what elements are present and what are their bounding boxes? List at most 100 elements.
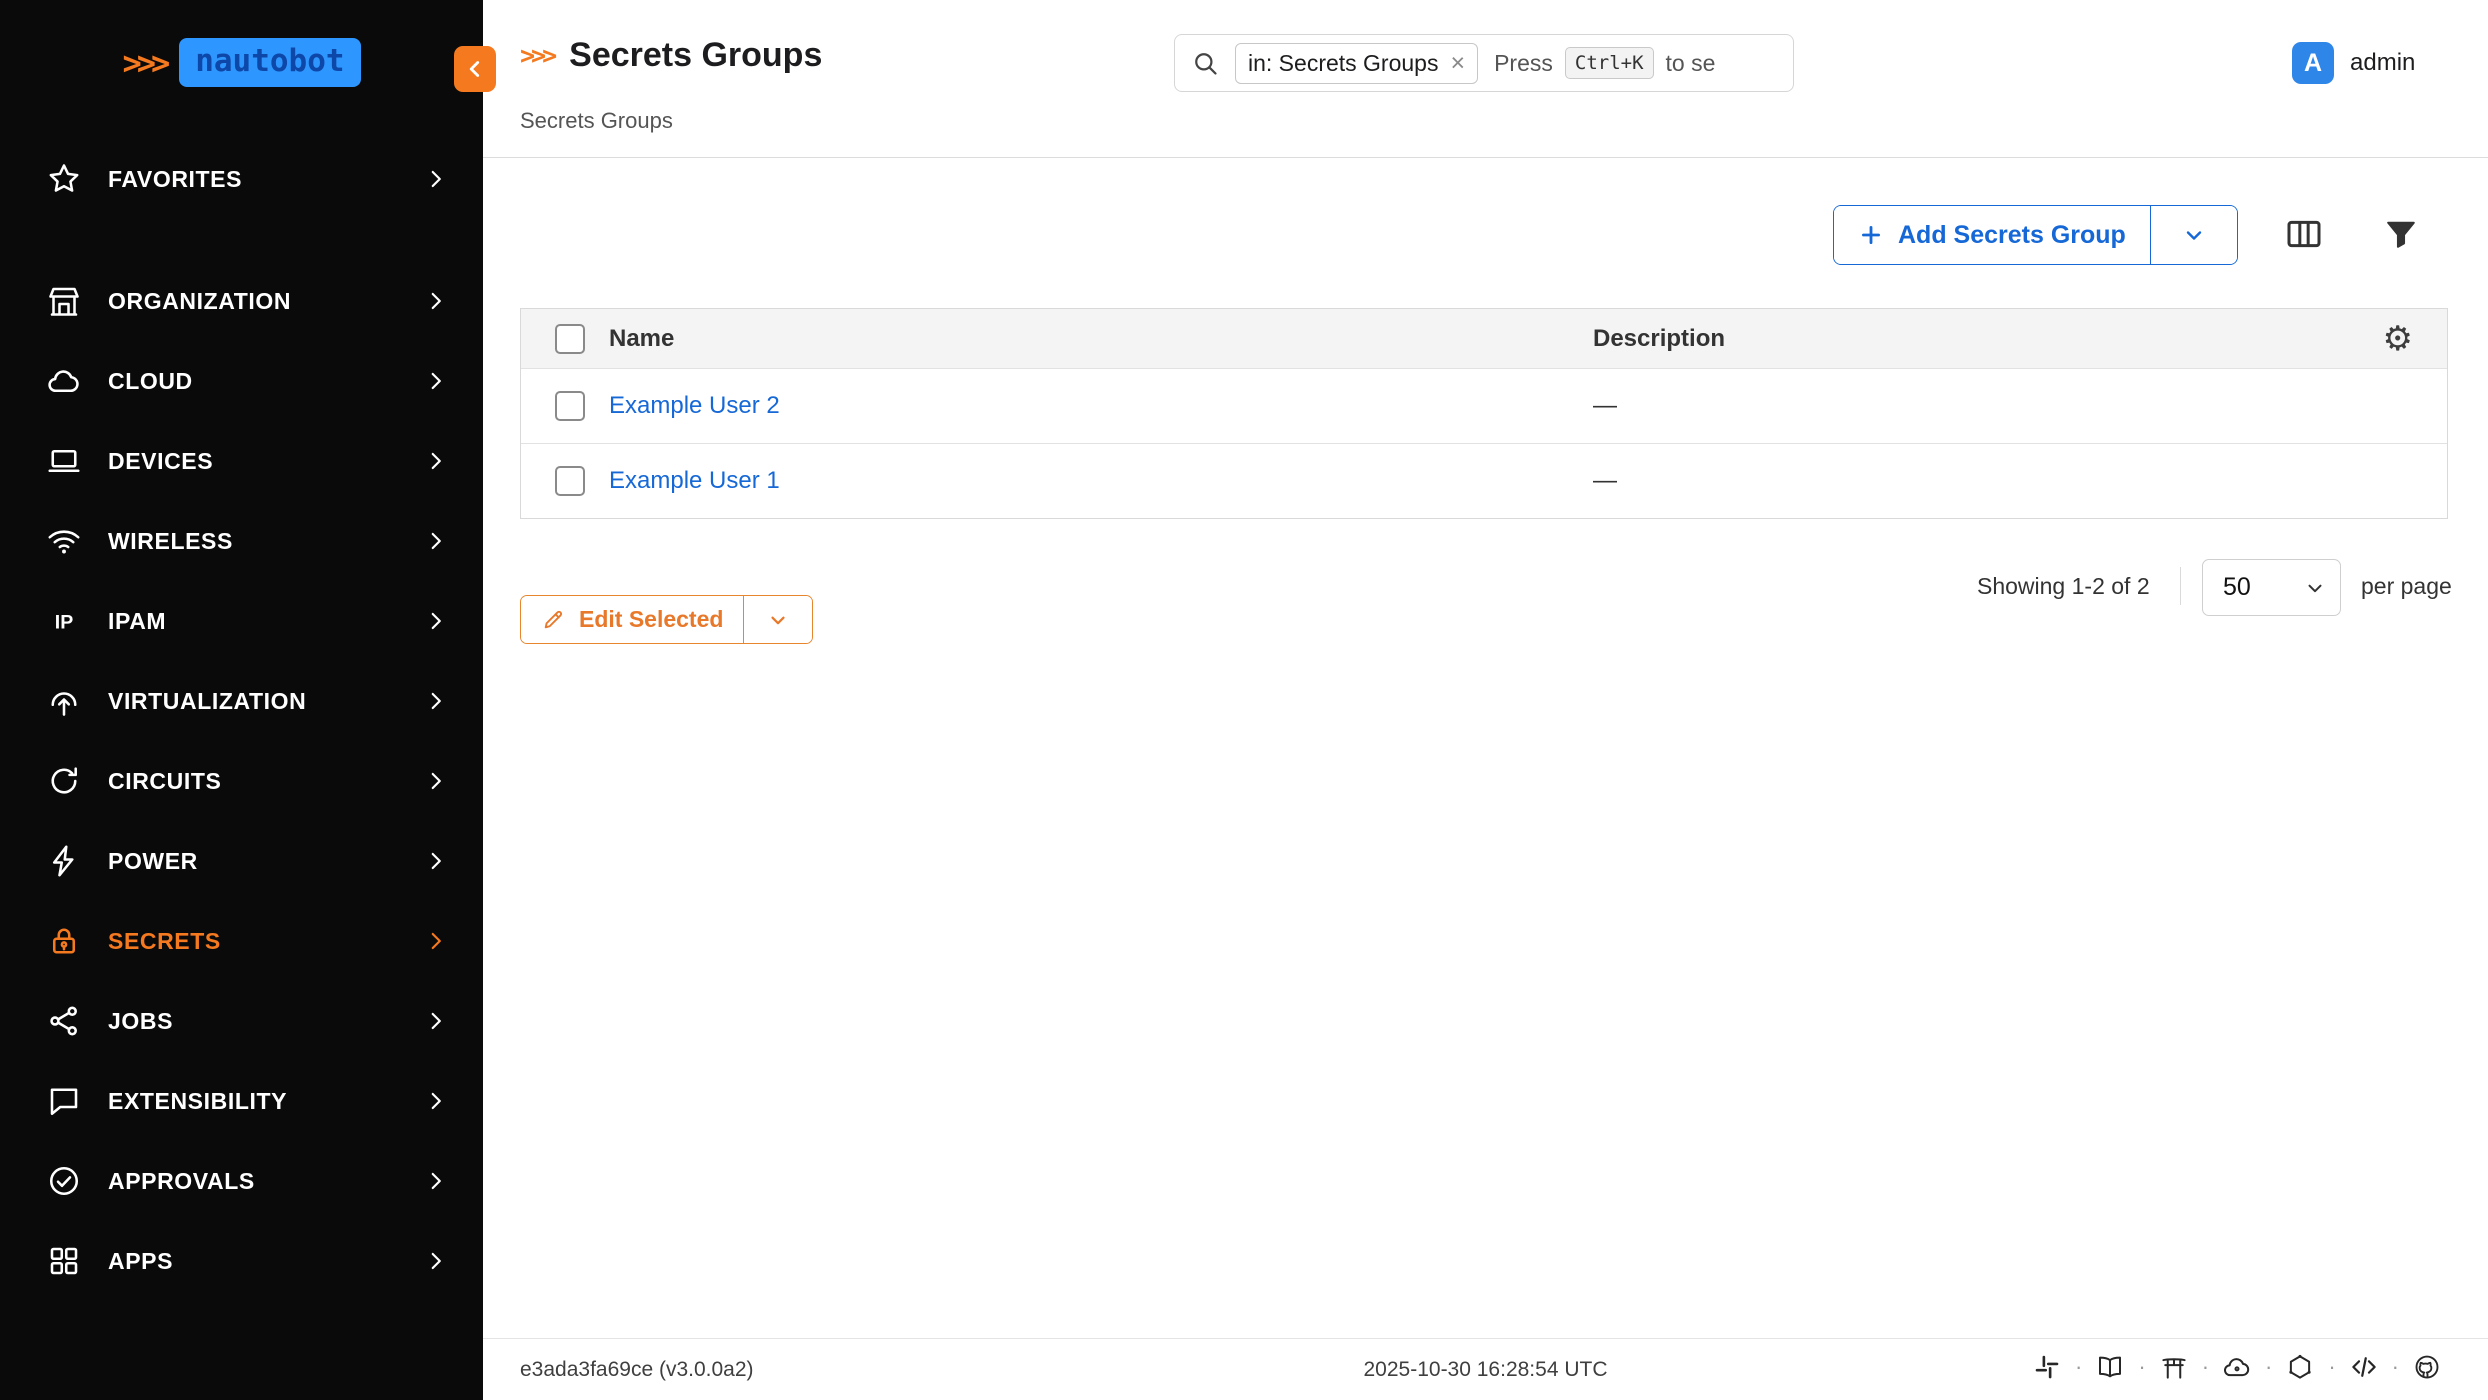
chevron-right-icon bbox=[423, 688, 449, 714]
search-hint-prefix: Press bbox=[1494, 50, 1553, 77]
chevron-right-icon bbox=[423, 848, 449, 874]
shrine-icon[interactable] bbox=[2159, 1352, 2189, 1382]
check-circle-icon bbox=[44, 1161, 84, 1201]
sidebar-item-cloud[interactable]: CLOUD bbox=[0, 341, 483, 421]
chevron-right-icon bbox=[423, 368, 449, 394]
column-header-name[interactable]: Name bbox=[609, 325, 1593, 353]
wifi-icon bbox=[44, 521, 84, 561]
row-checkbox-cell bbox=[521, 391, 609, 421]
lock-icon bbox=[44, 921, 84, 961]
chevron-right-icon bbox=[423, 1248, 449, 1274]
edit-selected-dropdown-button[interactable] bbox=[744, 596, 812, 643]
footer-separator: · bbox=[2138, 1356, 2145, 1378]
svg-text:IP: IP bbox=[55, 612, 73, 634]
refresh-icon bbox=[44, 761, 84, 801]
page-size-value: 50 bbox=[2223, 573, 2251, 602]
plus-icon bbox=[1858, 222, 1884, 248]
sidebar-item-circuits[interactable]: CIRCUITS bbox=[0, 741, 483, 821]
chevron-right-icon bbox=[423, 768, 449, 794]
sidebar-item-favorites[interactable]: FAVORITES bbox=[0, 139, 483, 219]
user-menu[interactable]: A admin bbox=[2292, 42, 2415, 84]
sidebar-collapse-button[interactable] bbox=[454, 46, 496, 92]
sidebar-item-approvals[interactable]: APPROVALS bbox=[0, 1141, 483, 1221]
sidebar-item-ipam[interactable]: IP IPAM bbox=[0, 581, 483, 661]
edit-selected-button[interactable]: Edit Selected bbox=[521, 596, 744, 643]
chip-remove-icon[interactable]: × bbox=[1450, 51, 1465, 76]
add-secrets-group-label: Add Secrets Group bbox=[1898, 221, 2126, 250]
footer: e3ada3fa69ce (v3.0.0a2) 2025-10-30 16:28… bbox=[483, 1338, 2488, 1400]
app-root: >>> nautobot FAVORITES ORGANIZATION bbox=[0, 0, 2488, 1400]
footer-links: · · · · · · bbox=[2032, 1352, 2442, 1382]
add-secrets-group-dropdown-button[interactable] bbox=[2151, 206, 2237, 264]
page-header: >>> Secrets Groups Secrets Groups in: Se… bbox=[483, 0, 2488, 158]
chevron-right-icon bbox=[423, 1168, 449, 1194]
row-name-link[interactable]: Example User 2 bbox=[609, 392, 780, 419]
github-icon[interactable] bbox=[2412, 1352, 2442, 1382]
header-config-cell: ⚙ bbox=[2327, 322, 2447, 356]
sidebar-item-organization[interactable]: ORGANIZATION bbox=[0, 261, 483, 341]
sidebar-item-apps[interactable]: APPS bbox=[0, 1221, 483, 1301]
sidebar-item-label: JOBS bbox=[108, 1008, 423, 1035]
row-name-link[interactable]: Example User 1 bbox=[609, 467, 780, 494]
sidebar-item-label: CIRCUITS bbox=[108, 768, 423, 795]
search-input[interactable]: in: Secrets Groups × Press Ctrl+K to se bbox=[1174, 34, 1794, 92]
sidebar-item-wireless[interactable]: WIRELESS bbox=[0, 501, 483, 581]
sidebar: >>> nautobot FAVORITES ORGANIZATION bbox=[0, 0, 483, 1400]
sidebar-item-jobs[interactable]: JOBS bbox=[0, 981, 483, 1061]
sidebar-item-label: FAVORITES bbox=[108, 166, 423, 193]
sidebar-item-secrets[interactable]: SECRETS bbox=[0, 901, 483, 981]
chevron-down-icon bbox=[2182, 223, 2206, 247]
nautobot-logo[interactable]: >>> nautobot bbox=[0, 38, 483, 87]
lightning-icon bbox=[44, 841, 84, 881]
sidebar-item-label: DEVICES bbox=[108, 448, 423, 475]
title-arrows-icon: >>> bbox=[520, 41, 553, 70]
sidebar-item-label: ORGANIZATION bbox=[108, 288, 423, 315]
sidebar-item-label: CLOUD bbox=[108, 368, 423, 395]
chevron-right-icon bbox=[423, 1088, 449, 1114]
cloud-link-icon[interactable] bbox=[2222, 1352, 2252, 1382]
building-icon bbox=[44, 281, 84, 321]
filter-icon bbox=[2383, 216, 2419, 252]
select-all-checkbox[interactable] bbox=[555, 324, 585, 354]
row-checkbox[interactable] bbox=[555, 466, 585, 496]
footer-separator: · bbox=[2202, 1356, 2209, 1378]
pagination-divider bbox=[2180, 567, 2181, 605]
chevron-right-icon bbox=[423, 528, 449, 554]
sidebar-item-power[interactable]: POWER bbox=[0, 821, 483, 901]
sidebar-item-label: WIRELESS bbox=[108, 528, 423, 555]
table-columns-button[interactable] bbox=[2283, 214, 2325, 254]
row-checkbox[interactable] bbox=[555, 391, 585, 421]
chevron-down-icon bbox=[2304, 577, 2326, 599]
slack-icon[interactable] bbox=[2032, 1352, 2062, 1382]
keyboard-shortcut-badge: Ctrl+K bbox=[1565, 47, 1654, 79]
sidebar-item-label: POWER bbox=[108, 848, 423, 875]
pagination-summary: Showing 1-2 of 2 bbox=[1977, 573, 2150, 600]
sidebar-item-virtualization[interactable]: VIRTUALIZATION bbox=[0, 661, 483, 741]
avatar: A bbox=[2292, 42, 2334, 84]
column-header-description[interactable]: Description bbox=[1593, 325, 2327, 353]
page-size-select[interactable]: 50 bbox=[2202, 559, 2341, 616]
sidebar-item-devices[interactable]: DEVICES bbox=[0, 421, 483, 501]
code-api-icon[interactable] bbox=[2349, 1352, 2379, 1382]
share-icon bbox=[44, 1001, 84, 1041]
sidebar-menu: FAVORITES ORGANIZATION CLOUD bbox=[0, 139, 483, 1301]
graphql-icon[interactable] bbox=[2285, 1352, 2315, 1382]
sidebar-item-label: APPS bbox=[108, 1248, 423, 1275]
logo-wordmark: nautobot bbox=[179, 38, 360, 87]
sidebar-item-extensibility[interactable]: EXTENSIBILITY bbox=[0, 1061, 483, 1141]
header-checkbox-cell bbox=[521, 324, 609, 354]
footer-separator: · bbox=[2075, 1356, 2082, 1378]
search-hint-suffix: to se bbox=[1666, 50, 1716, 77]
chevron-right-icon bbox=[423, 448, 449, 474]
breadcrumb[interactable]: Secrets Groups bbox=[520, 108, 673, 134]
gear-icon[interactable]: ⚙ bbox=[2383, 322, 2413, 356]
search-filter-chip[interactable]: in: Secrets Groups × bbox=[1235, 43, 1478, 84]
columns-icon bbox=[2283, 214, 2325, 254]
table-header-row: Name Description ⚙ bbox=[521, 309, 2447, 368]
add-secrets-group-button[interactable]: Add Secrets Group bbox=[1834, 206, 2151, 264]
cloud-icon bbox=[44, 361, 84, 401]
chat-icon bbox=[44, 1081, 84, 1121]
pencil-icon bbox=[541, 607, 566, 632]
filter-button[interactable] bbox=[2383, 216, 2419, 252]
docs-book-icon[interactable] bbox=[2095, 1352, 2125, 1382]
